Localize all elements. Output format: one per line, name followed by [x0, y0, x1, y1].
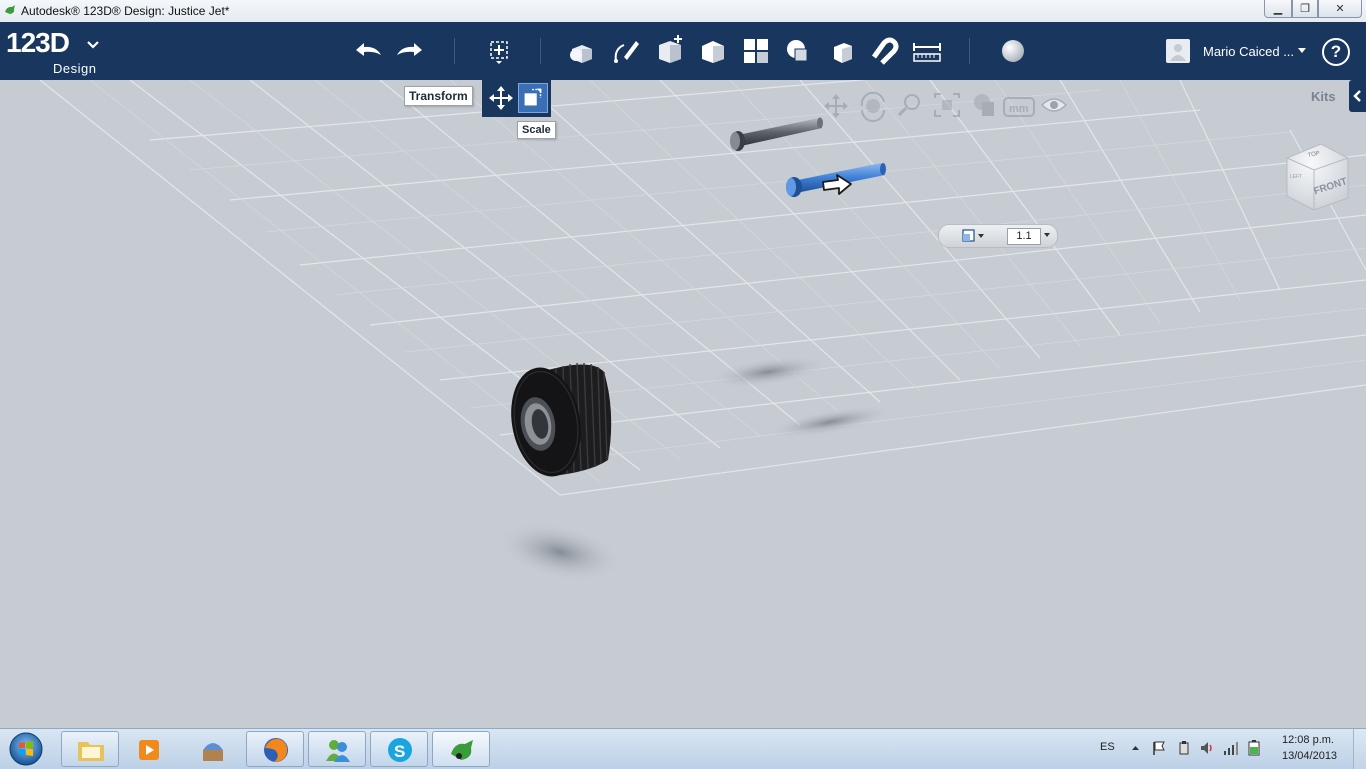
transform-tooltip: Transform — [404, 86, 473, 106]
show-desktop-button[interactable] — [1353, 729, 1366, 769]
user-name[interactable]: Mario Caiced ... — [1203, 44, 1294, 59]
primitives-icon[interactable] — [566, 35, 598, 67]
scale-factor-input[interactable]: 1.1 — [1007, 228, 1041, 245]
taskbar-messenger[interactable] — [308, 731, 366, 767]
material-icon[interactable] — [997, 35, 1029, 67]
wheel-shadow — [496, 521, 624, 583]
view-cube[interactable]: TOP FRONT LEFT — [1286, 143, 1349, 211]
volume-icon[interactable] — [1199, 740, 1215, 756]
snap-icon[interactable] — [868, 35, 900, 67]
transform-icon[interactable] — [483, 35, 515, 67]
caret-down-icon[interactable] — [1298, 48, 1306, 53]
move-tool-icon[interactable] — [486, 83, 516, 113]
visibility-eye-icon[interactable] — [1040, 98, 1068, 112]
help-button[interactable]: ? — [1322, 38, 1350, 66]
pin-shadow — [708, 355, 828, 389]
battery-icon[interactable] — [1246, 739, 1264, 757]
taskbar-gadget[interactable] — [183, 731, 241, 767]
units-button[interactable]: mm — [1003, 97, 1035, 117]
app-menu-logo[interactable]: 123D Design — [6, 27, 99, 76]
taskbar-firefox[interactable] — [246, 731, 304, 767]
window-controls: ▁ ❐ ✕ — [1264, 0, 1362, 18]
combine-icon[interactable] — [826, 35, 858, 67]
taskbar-media-player[interactable] — [119, 731, 177, 767]
transform-submenu — [482, 80, 551, 117]
kits-label[interactable]: Kits — [1311, 89, 1336, 104]
grouping-icon[interactable] — [783, 35, 815, 67]
123d-design-icon — [451, 740, 473, 760]
window-title: Autodesk® 123D® Design: Justice Jet* — [21, 4, 230, 18]
scale-input-bar: 1.1 — [938, 224, 1058, 248]
chevron-left-icon — [1353, 90, 1361, 102]
user-icon — [1170, 44, 1186, 61]
svg-text:S: S — [394, 742, 405, 761]
pattern-icon[interactable] — [740, 35, 772, 67]
windows-taskbar: S ES 12:08 p.m. 13/04/2013 — [0, 728, 1366, 769]
toolbar-separator — [969, 38, 970, 64]
media-player-icon — [139, 740, 159, 760]
sketch-icon[interactable] — [610, 35, 642, 67]
logo-text: 123D — [6, 27, 70, 58]
maximize-button[interactable]: ❐ — [1292, 0, 1318, 18]
app-icon — [5, 5, 15, 14]
3d-viewport[interactable]: TOP FRONT LEFT mm Transform Scale Kits 1… — [0, 80, 1366, 728]
language-indicator[interactable]: ES — [1100, 741, 1115, 753]
redo-icon[interactable] — [394, 35, 426, 67]
avatar[interactable] — [1166, 39, 1190, 63]
toolbar-separator — [454, 38, 455, 64]
wheel-part[interactable] — [503, 362, 612, 482]
modify-icon[interactable] — [697, 35, 729, 67]
toolbar-separator — [540, 38, 541, 64]
tray-expand-icon[interactable] — [1131, 745, 1140, 751]
minimize-button[interactable]: ▁ — [1264, 0, 1292, 18]
clock-date[interactable]: 13/04/2013 — [1282, 750, 1337, 762]
kits-panel-toggle[interactable] — [1349, 80, 1366, 112]
close-button[interactable]: ✕ — [1318, 0, 1362, 18]
logo-subtitle: Design — [53, 61, 97, 76]
scale-tool-button[interactable] — [518, 83, 548, 113]
ground-grid — [39, 80, 1366, 496]
title-bar: Autodesk® 123D® Design: Justice Jet* ▁ ❐… — [0, 0, 1366, 23]
scale-tooltip: Scale — [517, 121, 556, 139]
view-style-icon[interactable] — [974, 94, 994, 116]
orbit-icon[interactable] — [860, 91, 885, 122]
scale-icon — [524, 88, 542, 106]
taskbar-skype[interactable]: S — [370, 731, 428, 767]
gadget-icon — [203, 743, 223, 761]
action-center-flag-icon[interactable] — [1151, 740, 1167, 756]
fit-view-icon[interactable] — [934, 93, 960, 117]
skype-icon: S — [388, 738, 412, 762]
taskbar-explorer[interactable] — [61, 731, 119, 767]
pin-shadow — [765, 405, 895, 439]
undo-icon[interactable] — [352, 35, 384, 67]
safely-remove-hardware-icon[interactable] — [1176, 740, 1192, 756]
caret-down-icon[interactable] — [1043, 232, 1051, 238]
measure-icon[interactable] — [911, 35, 943, 67]
messenger-icon — [326, 740, 350, 762]
viewcube-left-label[interactable]: LEFT — [1290, 174, 1302, 180]
folder-icon — [78, 742, 104, 761]
units-label: mm — [1009, 103, 1029, 115]
clock-time[interactable]: 12:08 p.m. — [1282, 734, 1334, 746]
construct-icon[interactable] — [654, 35, 686, 67]
network-signal-icon[interactable] — [1223, 740, 1239, 756]
scene-canvas[interactable]: TOP FRONT LEFT mm — [0, 80, 1366, 728]
taskbar-123d-design[interactable] — [432, 731, 490, 767]
main-toolbar: 123D Design Mario Caiced ... ? — [0, 22, 1366, 80]
start-button[interactable] — [4, 730, 46, 768]
uniform-scale-dropdown[interactable] — [961, 228, 989, 244]
chevron-down-icon — [87, 41, 99, 49]
pan-icon[interactable] — [824, 94, 848, 118]
navigation-bar: mm — [824, 91, 1068, 122]
firefox-icon — [264, 738, 288, 762]
zoom-icon[interactable] — [897, 94, 920, 117]
ground-grid-minor — [89, 80, 1366, 483]
